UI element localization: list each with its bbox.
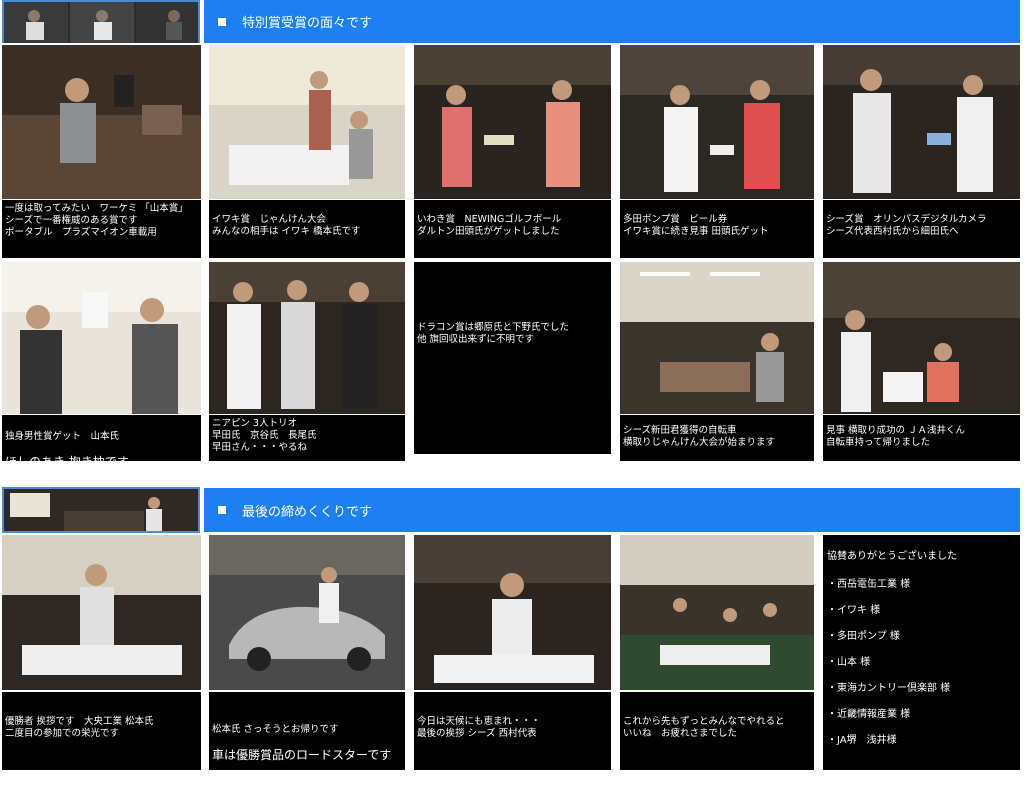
photo-caption: 今日は天候にも恵まれ・・・ 最後の挨拶 シーズ 西村代表 bbox=[417, 716, 541, 739]
photo-award-newing-ball[interactable] bbox=[414, 45, 611, 199]
sponsor-item: 近畿情報産業 様 bbox=[827, 702, 1020, 728]
photo-caption: いわき賞 NEWINGゴルフボール ダルトン田頭氏がゲットしました bbox=[417, 214, 562, 237]
caption-cell: これから先もずっとみんなでやれると いいね お疲れさまでした bbox=[620, 692, 814, 770]
header-photo-image bbox=[4, 489, 198, 531]
caption-cell: 多田ポンプ賞 ビール券 イワキ賞に続き見事 田頭氏ゲット bbox=[620, 200, 814, 258]
sponsor-item: 東海カントリー倶楽部 様 bbox=[827, 676, 1020, 702]
caption-cell: シーズ賞 オリンパスデジタルカメラ シーズ代表西村氏から細田氏へ bbox=[823, 200, 1020, 258]
photo-representative-speech[interactable] bbox=[414, 535, 611, 690]
caption-cell: いわき賞 NEWINGゴルフボール ダルトン田頭氏がゲットしました bbox=[414, 200, 611, 258]
photo-caption: シーズ新田君獲得の自転車 横取りじゃんけん大会が始まります bbox=[623, 425, 776, 448]
photo-award-single-male[interactable] bbox=[2, 262, 201, 414]
photo-award-bicycle-won[interactable] bbox=[823, 262, 1020, 414]
photo-roadster[interactable] bbox=[209, 535, 405, 690]
photo-caption-line: 松本氏 さっそうとお帰りです bbox=[212, 724, 339, 735]
caption-cell: シーズ新田君獲得の自転車 横取りじゃんけん大会が始まります bbox=[620, 415, 814, 461]
photo-award-seeds-camera[interactable] bbox=[823, 45, 1020, 199]
caption-cell: 松本氏 さっそうとお帰りです 車は優勝賞品のロードスターです （ウソです・・・） bbox=[209, 692, 405, 785]
sponsor-item: 多田ポンプ 様 bbox=[827, 624, 1020, 650]
photo-caption-line: 独身男性賞ゲット 山本氏 bbox=[5, 431, 120, 442]
photo-award-bicycle[interactable] bbox=[620, 262, 814, 414]
dracon-text: ドラコン賞は郷原氏と下野氏でした 他 旗回収出来ずに不明です bbox=[417, 322, 570, 345]
header-photo-image bbox=[4, 2, 198, 43]
section1-title: 特別賞受賞の面々です bbox=[242, 16, 373, 31]
sponsors-panel: 協賛ありがとうございました 西岳電缶工業 様 イワキ 様 多田ポンプ 様 山本 … bbox=[823, 535, 1020, 770]
section1-header-thumbnail bbox=[2, 0, 200, 45]
caption-cell: 一度は取ってみたい ワーケミ 「山本賞」 シーズで一番権威のある賞です ポータブ… bbox=[2, 200, 201, 258]
photo-party-hall[interactable] bbox=[620, 535, 814, 690]
section1-title-bar: 特別賞受賞の面々です bbox=[204, 0, 1020, 43]
photo-caption-line: 車は優勝賞品のロードスターです bbox=[212, 748, 392, 762]
section2-title: 最後の締めくくりです bbox=[242, 504, 373, 520]
photo-award-iwaki-janken[interactable] bbox=[209, 45, 405, 199]
photo-caption: ニアピン 3人トリオ 早田氏 京谷氏 長尾氏 早田さん・・・やるね bbox=[212, 418, 317, 453]
sponsors-title: 協賛ありがとうございました bbox=[827, 551, 957, 562]
photo-caption: これから先もずっとみんなでやれると いいね お疲れさまでした bbox=[623, 716, 785, 739]
photo-award-yamamoto[interactable] bbox=[2, 45, 201, 199]
square-bullet-icon bbox=[218, 17, 226, 26]
photo-caption-line: （ウソです・・・） bbox=[212, 774, 298, 785]
photo-award-tada-pump[interactable] bbox=[620, 45, 814, 199]
section2-title-bar: 最後の締めくくりです bbox=[204, 488, 1020, 532]
section1-photo-grid: 一度は取ってみたい ワーケミ 「山本賞」 シーズで一番権威のある賞です ポータブ… bbox=[0, 43, 1024, 495]
photo-caption: 一度は取ってみたい ワーケミ 「山本賞」 シーズで一番権威のある賞です ポータブ… bbox=[5, 203, 188, 238]
caption-cell: イワキ賞 じゃんけん大会 みんなの相手は イワキ 橋本氏です bbox=[209, 200, 405, 258]
photo-caption: シーズ賞 オリンパスデジタルカメラ シーズ代表西村氏から細田氏へ bbox=[826, 214, 987, 237]
sponsor-item: JA堺 浅井様 bbox=[827, 728, 1020, 754]
photo-caption-line: ほしのあき 抱き枕です bbox=[5, 455, 129, 469]
caption-cell: ニアピン 3人トリオ 早田氏 京谷氏 長尾氏 早田さん・・・やるね bbox=[209, 415, 405, 461]
photo-caption: 優勝者 挨拶です 大央工業 松本氏 二度目の参加での栄光です bbox=[5, 716, 154, 739]
sponsor-item: イワキ 様 bbox=[827, 598, 1020, 624]
photo-caption: イワキ賞 じゃんけん大会 みんなの相手は イワキ 橋本氏です bbox=[212, 214, 361, 237]
dracon-text-cell: ドラコン賞は郷原氏と下野氏でした 他 旗回収出来ずに不明です bbox=[414, 262, 611, 454]
sponsors-list: 西岳電缶工業 様 イワキ 様 多田ポンプ 様 山本 様 東海カントリー倶楽部 様… bbox=[823, 562, 1020, 754]
photo-winner-speech[interactable] bbox=[2, 535, 201, 690]
photo-award-near-pin-trio[interactable] bbox=[209, 262, 405, 414]
caption-cell: 見事 横取り成功の ＪＡ浅井くん 自転車持って帰りました bbox=[823, 415, 1020, 461]
section2-photo-grid: 優勝者 挨拶です 大央工業 松本氏 二度目の参加での栄光です 松本氏 さっそうと… bbox=[0, 533, 1024, 785]
caption-cell: 独身男性賞ゲット 山本氏 ほしのあき 抱き枕です 「山本君 使っていますか 」 bbox=[2, 415, 201, 495]
sponsor-item: 山本 様 bbox=[827, 650, 1020, 676]
caption-cell: 今日は天候にも恵まれ・・・ 最後の挨拶 シーズ 西村代表 bbox=[414, 692, 611, 770]
square-bullet-icon bbox=[218, 506, 226, 514]
photo-caption: 多田ポンプ賞 ビール券 イワキ賞に続き見事 田頭氏ゲット bbox=[623, 214, 769, 237]
sponsor-item: 西岳電缶工業 様 bbox=[827, 572, 1020, 598]
caption-cell: 優勝者 挨拶です 大央工業 松本氏 二度目の参加での栄光です bbox=[2, 692, 201, 770]
photo-caption: 見事 横取り成功の ＪＡ浅井くん 自転車持って帰りました bbox=[826, 425, 966, 448]
section2-header-thumbnail bbox=[2, 487, 200, 533]
